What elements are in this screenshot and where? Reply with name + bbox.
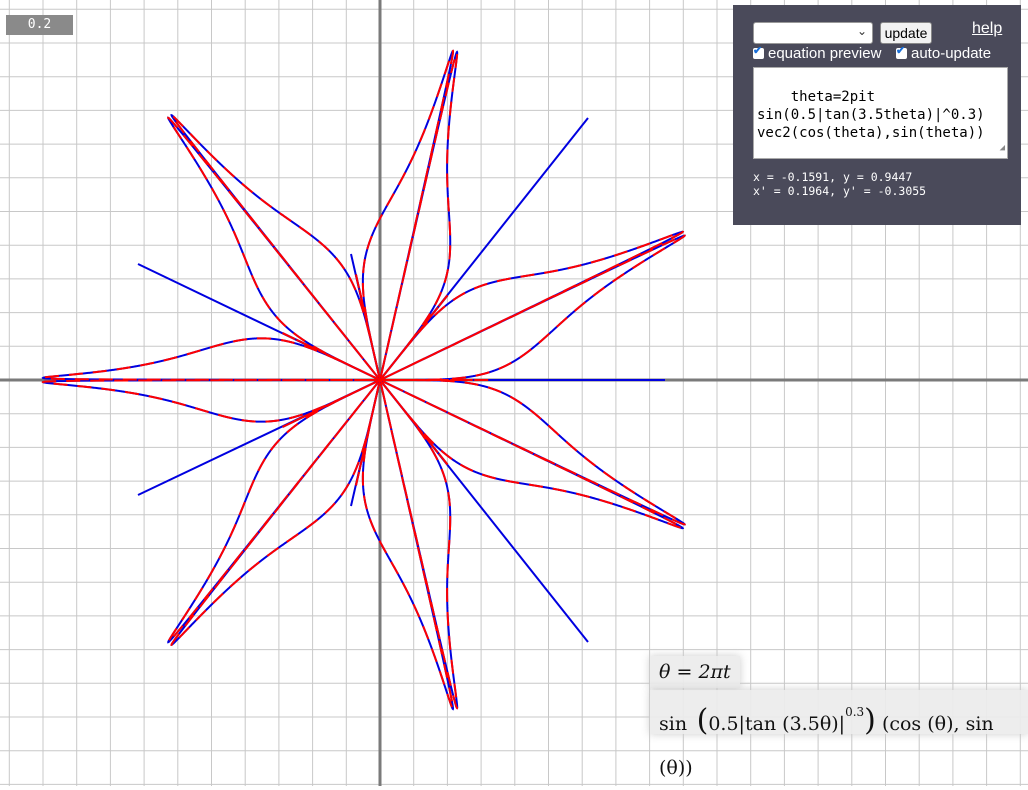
grid-scale-label: 0.2	[6, 15, 73, 35]
equation-preview-checkbox[interactable]: ✔	[753, 45, 764, 59]
equation-editor-text: theta=2pit sin(0.5|tan(3.5theta)|^0.3) v…	[757, 89, 985, 141]
resize-handle-icon[interactable]: ◢	[1000, 139, 1005, 157]
equation-preview-line-2: sin (0.5|tan (3.5θ)|0.3) (cos (θ), sin (…	[650, 690, 1028, 779]
auto-update-label: auto-update	[911, 45, 992, 62]
equation-preview-label: equation preview	[768, 45, 882, 62]
control-panel: ⌄ update help ✔ equation preview ✔ auto-…	[733, 5, 1021, 225]
help-link[interactable]: help	[972, 20, 1002, 38]
checkmark-icon: ✔	[753, 45, 763, 57]
equation-preview-toggle[interactable]: ✔ equation preview	[753, 45, 881, 62]
auto-update-toggle[interactable]: ✔ auto-update	[896, 45, 991, 62]
eq-inner: 0.5|tan (3.5θ)|	[708, 713, 846, 735]
checkmark-icon: ✔	[896, 45, 906, 57]
eq-exponent: 0.3	[845, 705, 865, 719]
cursor-xy-prime: x' = 0.1964, y' = -0.3055	[753, 184, 927, 198]
cursor-xy: x = -0.1591, y = 0.9447	[753, 170, 913, 184]
cursor-coordinates: x = -0.1591, y = 0.9447 x' = 0.1964, y' …	[753, 170, 926, 198]
eq-sin: sin	[659, 713, 688, 735]
equation-editor[interactable]: theta=2pit sin(0.5|tan(3.5theta)|^0.3) v…	[753, 67, 1008, 159]
update-button[interactable]: update	[880, 22, 932, 44]
auto-update-checkbox[interactable]: ✔	[896, 45, 907, 59]
chevron-down-icon: ⌄	[856, 24, 867, 38]
function-select[interactable]: ⌄	[753, 22, 873, 44]
equation-preview-line-1: θ = 2πt	[650, 656, 740, 688]
